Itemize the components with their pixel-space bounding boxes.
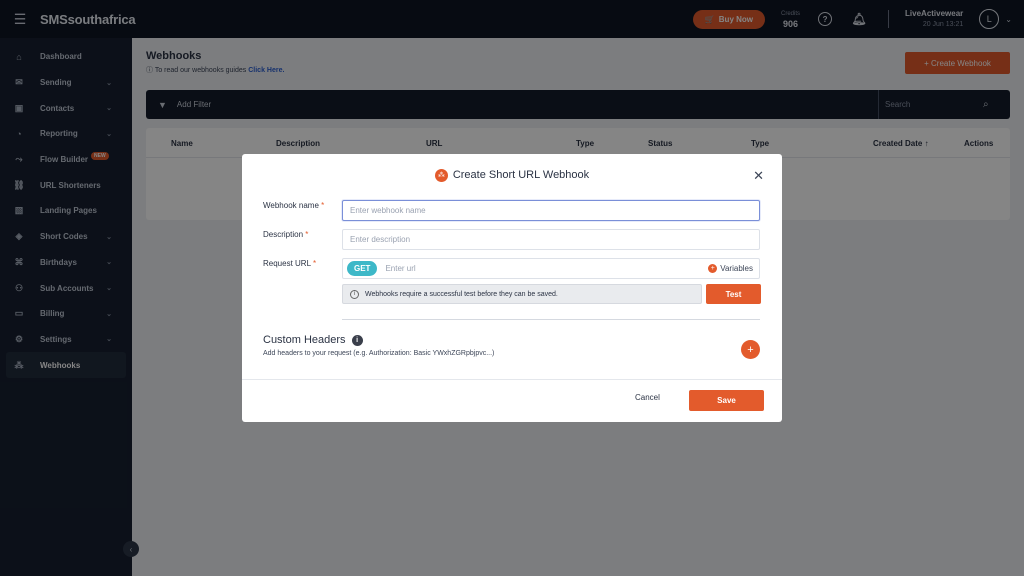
modal-title: Create Short URL Webhook	[452, 169, 590, 181]
description-row: Description *	[263, 229, 760, 250]
footer-divider	[242, 379, 782, 380]
save-button[interactable]: Save	[689, 390, 764, 411]
request-url-label: Request URL *	[263, 259, 317, 268]
custom-headers-subtitle: Add headers to your request (e.g. Author…	[263, 350, 495, 357]
notice-text: Webhooks require a successful test befor…	[365, 290, 558, 298]
test-required-notice: i Webhooks require a successful test bef…	[342, 284, 702, 304]
close-icon[interactable]: ✕	[753, 168, 764, 184]
section-divider	[342, 319, 760, 320]
request-url-input[interactable]	[385, 264, 686, 273]
description-label: Description *	[263, 230, 309, 239]
request-url-row: Request URL * GET + Variables	[263, 258, 760, 279]
add-header-button[interactable]: +	[741, 340, 760, 359]
variables-button[interactable]: + Variables	[708, 264, 753, 273]
plus-icon: +	[708, 264, 718, 273]
create-webhook-modal: ⁂ Create Short URL Webhook ✕ Webhook nam…	[242, 154, 782, 422]
modal-header: ⁂ Create Short URL Webhook ✕	[242, 154, 782, 196]
info-icon: i	[350, 289, 359, 299]
custom-headers-heading: Custom Headers	[263, 334, 346, 346]
webhook-name-label: Webhook name *	[263, 201, 325, 210]
webhook-name-row: Webhook name *	[263, 200, 760, 221]
http-method-pill[interactable]: GET	[347, 261, 378, 276]
variables-label: Variables	[720, 264, 753, 273]
modal-title-wrap: ⁂ Create Short URL Webhook	[434, 168, 590, 182]
request-url-field: GET + Variables	[342, 258, 760, 279]
info-icon[interactable]: i	[351, 334, 363, 346]
test-button[interactable]: Test	[706, 284, 761, 304]
webhook-icon: ⁂	[434, 168, 448, 182]
cancel-button[interactable]: Cancel	[635, 393, 660, 402]
custom-headers-title: Custom Headers i	[263, 334, 363, 346]
description-input[interactable]	[342, 229, 760, 250]
webhook-name-input[interactable]	[342, 200, 760, 221]
